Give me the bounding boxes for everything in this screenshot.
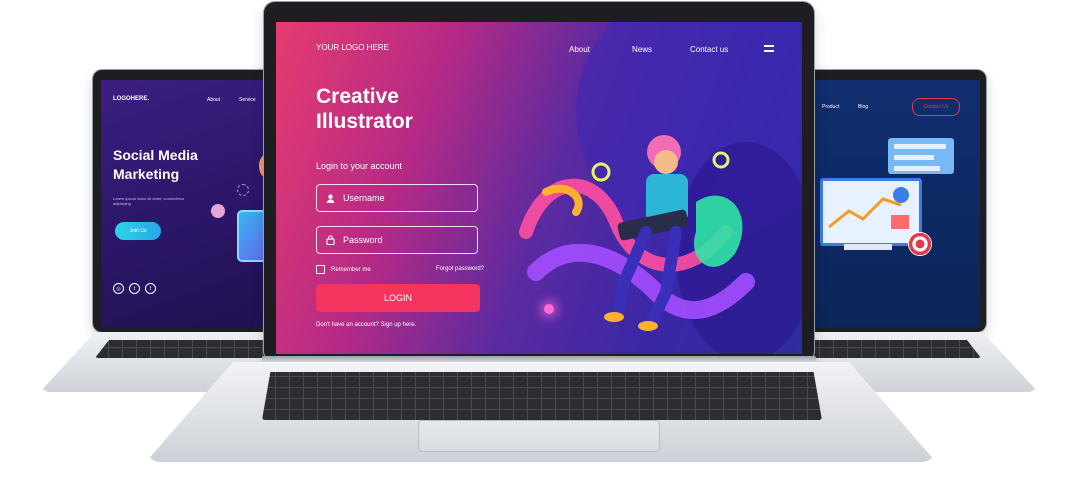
right-laptop-screen: Product Blog Contact Us [804,80,980,328]
right-checklist-card [888,138,954,174]
page-title: Creative Illustrator [316,85,413,133]
lock-icon [326,235,335,245]
left-nav-about[interactable]: About [207,97,220,103]
right-nav-product[interactable]: Product [822,104,839,110]
remember-me-label: Remember me [331,266,371,273]
login-prompt: Login to your account [316,161,403,171]
left-avatar [211,204,225,218]
right-laptop-keyboard [806,340,981,358]
center-laptop-screen: YOUR LOGO HERE About News Contact us Cre… [276,22,802,354]
right-contact-button[interactable]: Contact Us [912,98,960,116]
left-social-row: ◎ t f [113,283,156,294]
left-title: Social Media Marketing [113,147,198,182]
site-logo[interactable]: YOUR LOGO HERE [316,43,389,52]
remember-me-checkbox[interactable] [316,265,325,274]
facebook-icon[interactable]: f [145,283,156,294]
right-monitor-stand [844,244,892,250]
center-laptop-keyboard [262,372,822,420]
nav-contact-us[interactable]: Contact us [690,45,728,54]
instagram-icon[interactable]: ◎ [113,283,124,294]
nav-news[interactable]: News [632,45,652,54]
left-logo: LOGOHERE. [113,96,150,102]
decor-glow [544,304,554,314]
username-field[interactable] [316,184,478,212]
user-icon [326,194,335,203]
signup-link[interactable]: Don't have an account? Sign up here. [316,322,416,328]
password-input[interactable] [343,235,463,245]
right-nav-blog[interactable]: Blog [858,104,868,110]
left-subtitle: Lorem ipsum dolor sit amet, consectetur … [113,196,185,206]
left-laptop-keyboard [95,340,270,358]
left-laptop-screen: LOGOHERE. About Service Social Media Mar… [101,80,277,328]
remember-me-row[interactable]: Remember me [316,265,371,274]
center-laptop-trackpad [418,420,660,452]
forgot-password-link[interactable]: Forgot password? [436,266,484,272]
left-join-button[interactable]: Join Us [115,222,161,240]
username-input[interactable] [343,193,463,203]
password-field[interactable] [316,226,478,254]
target-icon [908,232,932,256]
right-monitor-illustration [820,178,922,246]
hamburger-menu-icon[interactable] [764,45,774,53]
left-nav-service[interactable]: Service [239,97,256,103]
twitter-icon[interactable]: t [129,283,140,294]
trend-chart-icon [828,187,909,229]
nav-about[interactable]: About [569,45,590,54]
login-button[interactable]: LOGIN [316,284,480,312]
left-decor-dots [237,184,249,196]
